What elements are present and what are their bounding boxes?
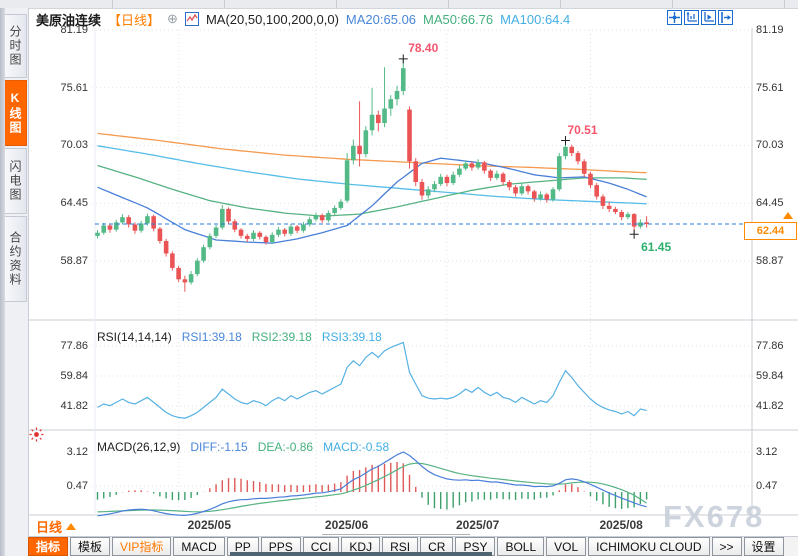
ma50-value: MA50:66.76 bbox=[423, 12, 493, 27]
indicator-tab[interactable]: MACD bbox=[173, 537, 224, 556]
y-axis-zoom-icon[interactable] bbox=[684, 10, 699, 25]
date-label: 2025/08 bbox=[599, 518, 642, 532]
chart-type-icon[interactable] bbox=[185, 12, 199, 26]
sidebar-tab-4[interactable]: 合约资料 bbox=[5, 216, 27, 302]
indicator-tab[interactable]: VOL bbox=[546, 537, 586, 556]
price-up-arrow bbox=[783, 212, 793, 219]
right-axis-label: 64.45 bbox=[756, 197, 784, 209]
right-axis-label: 3.12 bbox=[756, 446, 777, 458]
x-axis-play-icon[interactable] bbox=[701, 10, 716, 25]
crosshair-icon[interactable] bbox=[667, 10, 682, 25]
rsi2-value: RSI2:39.18 bbox=[252, 330, 312, 344]
rsi-title[interactable]: RSI(14,14,14) bbox=[97, 330, 172, 344]
sidebar-tab-3[interactable]: 闪电图 bbox=[5, 148, 27, 214]
ma20-value: MA20:65.06 bbox=[346, 12, 416, 27]
right-axis-label: 41.82 bbox=[756, 400, 784, 412]
taskbar-artifact bbox=[230, 552, 492, 556]
left-axis-label: 58.87 bbox=[28, 255, 88, 267]
current-price-tag: 62.44 bbox=[744, 222, 797, 240]
sidebar-tab-2[interactable]: K线图 bbox=[5, 80, 27, 146]
chart-canvas bbox=[0, 0, 798, 556]
date-label: 2025/06 bbox=[325, 518, 368, 532]
chart-header: 美原油连续 【日线】 ⊕ MA(20,50,100,200,0,0) MA20:… bbox=[36, 10, 570, 28]
period-dropdown-label: 日线 bbox=[36, 517, 62, 536]
left-axis-label: 0.47 bbox=[28, 480, 88, 492]
indicator-tab[interactable]: 模板 bbox=[70, 537, 110, 556]
date-label: 2025/07 bbox=[456, 518, 499, 532]
macd-layer bbox=[98, 452, 647, 516]
ma-line-ma50 bbox=[98, 166, 647, 217]
window-edge-artifact bbox=[322, 534, 470, 535]
date-label: 2025/05 bbox=[188, 518, 231, 532]
macd-header: MACD(26,12,9) DIFF:-1.15 DEA:-0.86 MACD:… bbox=[97, 440, 389, 454]
dea-value: DEA:-0.86 bbox=[258, 440, 313, 454]
macd-title[interactable]: MACD(26,12,9) bbox=[97, 440, 180, 454]
chart-toolbar bbox=[667, 10, 733, 25]
rsi-header: RSI(14,14,14) RSI1:39.18 RSI2:39.18 RSI3… bbox=[97, 330, 382, 344]
right-axis-label: 58.87 bbox=[756, 255, 784, 267]
indicator-tab[interactable]: >> bbox=[712, 537, 742, 556]
ma-settings[interactable]: MA(20,50,100,200,0,0) bbox=[206, 12, 339, 27]
macd-value: MACD:-0.58 bbox=[323, 440, 389, 454]
right-axis-label: 77.86 bbox=[756, 340, 784, 352]
left-axis-label: 41.82 bbox=[28, 400, 88, 412]
candles-layer bbox=[95, 59, 649, 292]
right-axis-label: 75.61 bbox=[756, 82, 784, 94]
top-tab-strip bbox=[0, 0, 798, 9]
price-annotation: 78.40 bbox=[408, 41, 438, 55]
left-axis-label: 59.84 bbox=[28, 370, 88, 382]
price-annotation: 70.51 bbox=[568, 123, 598, 137]
add-indicator-icon[interactable]: ⊕ bbox=[167, 11, 178, 27]
left-axis-label: 70.03 bbox=[28, 139, 88, 151]
period-dropdown[interactable]: 日线 bbox=[36, 517, 76, 536]
indicator-tab[interactable]: 设置 bbox=[744, 537, 784, 556]
indicator-tab[interactable]: ICHIMOKU CLOUD bbox=[588, 537, 709, 556]
rsi1-value: RSI1:39.18 bbox=[182, 330, 242, 344]
diff-value: DIFF:-1.15 bbox=[190, 440, 247, 454]
period-tag: 【日线】 bbox=[108, 10, 160, 29]
live-flash-icon[interactable] bbox=[29, 427, 44, 447]
left-sidebar: 分时图K线图闪电图合约资料 bbox=[0, 8, 29, 556]
rsi3-value: RSI3:39.18 bbox=[322, 330, 382, 344]
left-axis-label: 77.86 bbox=[28, 340, 88, 352]
app-window: 分时图K线图闪电图合约资料 FX678 美原油连续 【日线】 ⊕ MA(20,5… bbox=[0, 0, 798, 556]
sidebar-tab-1[interactable]: 分时图 bbox=[5, 14, 27, 78]
indicator-tab[interactable]: 指标 bbox=[28, 537, 68, 556]
left-axis-label: 75.61 bbox=[28, 82, 88, 94]
right-axis-label: 70.03 bbox=[756, 139, 784, 151]
price-annotation: 61.45 bbox=[641, 240, 671, 254]
left-axis-label: 64.45 bbox=[28, 197, 88, 209]
rsi-line bbox=[98, 342, 647, 418]
right-axis-label: 59.84 bbox=[756, 370, 784, 382]
triangle-up-icon bbox=[66, 523, 76, 530]
right-axis-label: 0.47 bbox=[756, 480, 777, 492]
indicator-tab[interactable]: BOLL bbox=[497, 537, 544, 556]
shift-right-icon[interactable] bbox=[718, 10, 733, 25]
ma100-value: MA100:64.4 bbox=[500, 12, 570, 27]
right-axis-label: 81.19 bbox=[756, 24, 784, 36]
indicator-tab[interactable]: VIP指标 bbox=[112, 537, 171, 556]
annotation-crosses bbox=[399, 54, 639, 238]
symbol-name: 美原油连续 bbox=[36, 10, 101, 29]
left-axis-label: 3.12 bbox=[28, 446, 88, 458]
